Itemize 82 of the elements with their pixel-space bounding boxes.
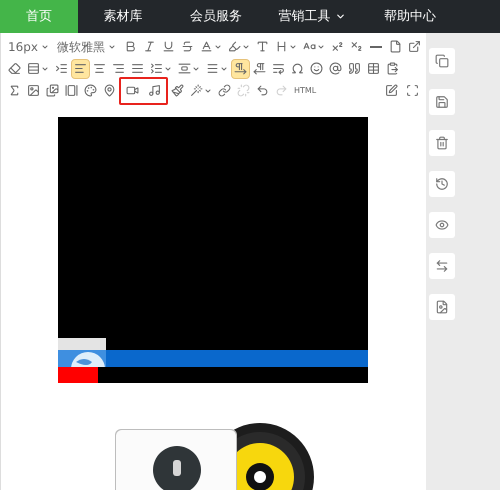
wrap-text-icon bbox=[272, 62, 285, 75]
left-to-right-icon bbox=[234, 62, 247, 75]
html-button[interactable]: HTML bbox=[291, 80, 320, 100]
indent-icon bbox=[55, 62, 68, 75]
nav-tab[interactable]: 会员服务 bbox=[168, 0, 264, 33]
side-action-button[interactable] bbox=[429, 89, 455, 115]
caret-icon bbox=[41, 64, 49, 72]
caret-icon bbox=[220, 64, 228, 72]
bold-icon bbox=[124, 40, 137, 53]
unlink-icon bbox=[237, 84, 250, 97]
subscript-icon bbox=[350, 40, 363, 53]
at-sign-icon bbox=[329, 62, 342, 75]
nav-tab[interactable]: 营销工具 bbox=[264, 0, 360, 33]
map-pin-icon bbox=[103, 84, 116, 97]
rows-icon bbox=[27, 62, 40, 75]
lines-icon bbox=[206, 62, 219, 75]
quote-icon bbox=[348, 62, 361, 75]
heading-icon bbox=[275, 40, 288, 53]
caret-icon bbox=[204, 86, 212, 94]
wand-icon bbox=[190, 84, 203, 97]
image-file-icon bbox=[435, 300, 449, 314]
fullscreen-icon bbox=[406, 84, 419, 97]
sigma-icon bbox=[8, 84, 21, 97]
italic-icon bbox=[143, 40, 156, 53]
caret-icon bbox=[192, 64, 200, 72]
omega-icon bbox=[291, 62, 304, 75]
caret-icon bbox=[289, 42, 297, 50]
dropdown-select[interactable]: 16px bbox=[5, 36, 52, 56]
right-to-left-icon bbox=[253, 62, 266, 75]
page-icon bbox=[389, 40, 402, 53]
font-color-icon bbox=[200, 40, 213, 53]
brush-icon bbox=[171, 84, 184, 97]
caret-icon bbox=[164, 64, 172, 72]
edit-icon bbox=[385, 84, 398, 97]
frame-icon bbox=[65, 84, 78, 97]
eraser-icon bbox=[8, 62, 21, 75]
align-center-icon bbox=[93, 62, 106, 75]
images-icon bbox=[46, 84, 59, 97]
table-icon bbox=[367, 62, 380, 75]
caret-icon bbox=[317, 42, 325, 50]
caret-icon bbox=[242, 42, 250, 50]
side-action-button[interactable] bbox=[429, 130, 455, 156]
delete-icon bbox=[435, 136, 449, 150]
toolbar-button[interactable] bbox=[231, 58, 250, 78]
side-action-button[interactable] bbox=[429, 48, 455, 74]
toolbar-button[interactable] bbox=[71, 58, 90, 78]
image-icon bbox=[27, 84, 40, 97]
side-action-button[interactable] bbox=[429, 212, 455, 238]
copy-icon bbox=[435, 54, 449, 68]
text-border-icon bbox=[256, 40, 269, 53]
align-left-icon bbox=[74, 62, 87, 75]
dropdown-select[interactable]: 微软雅黑 bbox=[54, 36, 119, 56]
palette-icon bbox=[84, 84, 97, 97]
link-icon bbox=[218, 84, 231, 97]
import-icon bbox=[408, 40, 421, 53]
side-action-button[interactable] bbox=[429, 171, 455, 197]
caret-icon bbox=[41, 42, 49, 50]
nav-tab[interactable]: 素材库 bbox=[78, 0, 168, 33]
horizontal-rule-icon bbox=[370, 46, 382, 48]
side-action-button[interactable] bbox=[429, 253, 455, 279]
underline-icon bbox=[162, 40, 175, 53]
highlighter-icon bbox=[228, 40, 241, 53]
redo-icon bbox=[275, 84, 288, 97]
align-right-icon bbox=[112, 62, 125, 75]
history-icon bbox=[435, 177, 449, 191]
swap-icon bbox=[435, 259, 449, 273]
caret-icon bbox=[108, 42, 116, 50]
strikethrough-icon bbox=[181, 40, 194, 53]
line-height-icon bbox=[150, 62, 163, 75]
emoji-icon bbox=[310, 62, 323, 75]
superscript-icon bbox=[331, 40, 344, 53]
eye-icon bbox=[435, 218, 449, 232]
paste-icon bbox=[386, 62, 399, 75]
nav-tab[interactable]: 帮助中心 bbox=[360, 0, 460, 33]
video-camera-icon bbox=[126, 84, 139, 97]
justify-icon bbox=[131, 62, 144, 75]
undo-icon bbox=[256, 84, 269, 97]
paragraph-spacing-icon bbox=[178, 62, 191, 75]
side-action-button[interactable] bbox=[429, 294, 455, 320]
music-note-icon bbox=[148, 84, 161, 97]
save-icon bbox=[435, 95, 449, 109]
caret-icon bbox=[214, 42, 222, 50]
